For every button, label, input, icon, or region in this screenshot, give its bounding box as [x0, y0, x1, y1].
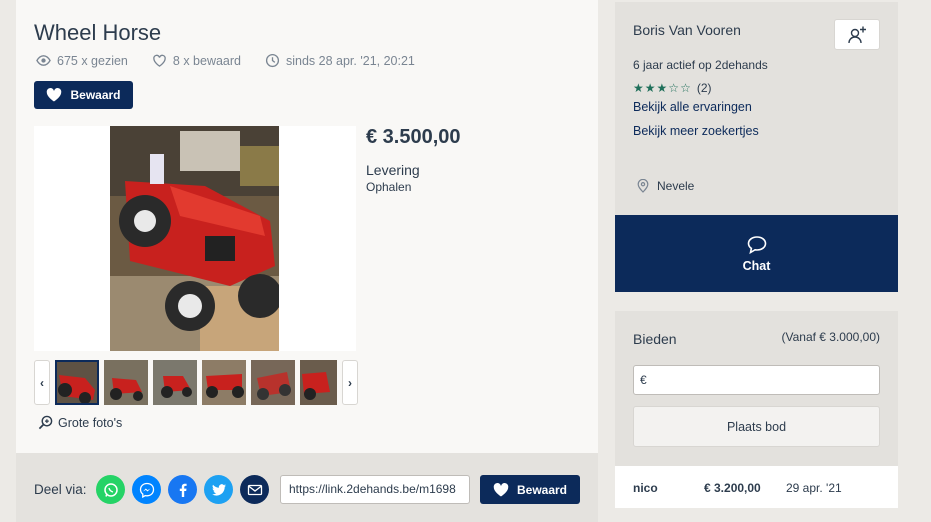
follow-seller-button[interactable] — [834, 19, 880, 50]
since-stat: sinds 28 apr. '21, 20:21 — [265, 53, 415, 68]
location-pin-icon — [637, 179, 649, 193]
bidding-title: Bieden — [633, 331, 677, 347]
carousel-prev-button[interactable]: ‹ — [34, 360, 50, 405]
delivery-value: Ophalen — [366, 180, 412, 194]
big-photos-link[interactable]: Grote foto's — [38, 415, 122, 430]
share-bar: Deel via: https://link.2dehands.be/m1698… — [16, 453, 598, 522]
rating-count: (2) — [696, 81, 712, 95]
eye-icon — [36, 55, 51, 66]
seller-rating: ★ ★ ★ ☆ ☆ (2) — [633, 81, 712, 95]
thumbnail-list — [55, 360, 337, 405]
bidding-minimum: (Vanaf € 3.000,00) — [781, 330, 880, 344]
bid-row: nico € 3.200,00 29 apr. '21 — [615, 466, 898, 508]
messenger-icon — [139, 482, 154, 498]
saved-button[interactable]: Bewaard — [34, 81, 133, 109]
thumbnail[interactable] — [104, 360, 148, 405]
thumbnail[interactable] — [55, 360, 99, 405]
email-icon — [247, 484, 262, 495]
all-experiences-link[interactable]: Bekijk alle ervaringen — [633, 100, 752, 114]
heart-outline-icon — [153, 54, 166, 67]
twitter-icon — [211, 483, 226, 496]
seller-location: Nevele — [637, 179, 694, 193]
messenger-share-button[interactable] — [132, 475, 161, 504]
twitter-share-button[interactable] — [204, 475, 233, 504]
heart-icon — [47, 88, 62, 102]
bid-amount-input[interactable]: € — [633, 365, 880, 395]
saves-stat: 8 x bewaard — [152, 53, 241, 68]
bid-amount: € 3.200,00 — [704, 481, 761, 495]
main-photo[interactable] — [34, 126, 356, 351]
chevron-right-icon: › — [348, 375, 352, 390]
chat-button[interactable]: Chat — [615, 215, 898, 292]
place-bid-button[interactable]: Plaats bod — [633, 406, 880, 447]
price: € 3.500,00 — [366, 126, 461, 148]
seller-name[interactable]: Boris Van Vooren — [633, 22, 741, 38]
delivery-label: Levering — [366, 162, 420, 178]
saved-button-label: Bewaard — [70, 88, 121, 102]
since-date: sinds 28 apr. '21, 20:21 — [286, 53, 415, 68]
chevron-left-icon: ‹ — [40, 375, 44, 390]
saved-button-bottom-label: Bewaard — [516, 482, 568, 497]
add-user-icon — [848, 26, 866, 43]
seller-active-years: 6 jaar actief op 2dehands — [633, 58, 768, 72]
listing-stats: 675 x gezien 8 x bewaard sinds 28 apr. '… — [36, 53, 415, 68]
thumbnail[interactable] — [300, 360, 337, 405]
bidding-card: Bieden (Vanaf € 3.000,00) € Plaats bod — [615, 311, 898, 466]
chat-bubble-icon — [747, 235, 766, 254]
views-stat: 675 x gezien — [36, 53, 128, 68]
views-count: 675 x gezien — [57, 53, 128, 68]
share-label: Deel via: — [34, 482, 87, 497]
saves-count: 8 x bewaard — [172, 53, 241, 68]
whatsapp-icon — [103, 482, 118, 497]
star-filled-icon: ★ — [633, 81, 644, 95]
location-name: Nevele — [657, 179, 695, 193]
listing-title: Wheel Horse — [34, 20, 162, 45]
star-filled-icon: ★ — [644, 81, 656, 95]
tractor-photo — [110, 126, 279, 351]
carousel-next-button[interactable]: › — [342, 360, 358, 405]
seller-card: Boris Van Vooren 6 jaar actief op 2dehan… — [615, 2, 898, 215]
bid-user: nico — [633, 481, 658, 495]
thumbnail[interactable] — [251, 360, 295, 405]
share-url-field[interactable]: https://link.2dehands.be/m1698 — [280, 475, 470, 504]
bid-date: 29 apr. '21 — [786, 481, 842, 495]
thumbnail[interactable] — [153, 360, 197, 405]
listing-card: Wheel Horse 675 x gezien 8 x bewaard sin… — [16, 0, 598, 453]
thumbnail-carousel: ‹ › — [34, 360, 358, 405]
big-photos-label: Grote foto's — [58, 415, 123, 430]
clock-icon — [265, 53, 280, 68]
chat-label: Chat — [742, 258, 771, 273]
heart-icon — [493, 482, 509, 496]
saved-button-bottom[interactable]: Bewaard — [480, 475, 580, 504]
star-empty-icon: ☆ — [680, 81, 691, 95]
star-empty-icon: ☆ — [668, 81, 680, 95]
zoom-icon — [38, 415, 53, 430]
facebook-icon — [179, 483, 187, 497]
more-listings-link[interactable]: Bekijk meer zoekertjes — [633, 124, 759, 138]
star-filled-icon: ★ — [656, 81, 668, 95]
facebook-share-button[interactable] — [168, 475, 197, 504]
email-share-button[interactable] — [240, 475, 269, 504]
thumbnail[interactable] — [202, 360, 246, 405]
whatsapp-share-button[interactable] — [96, 475, 125, 504]
